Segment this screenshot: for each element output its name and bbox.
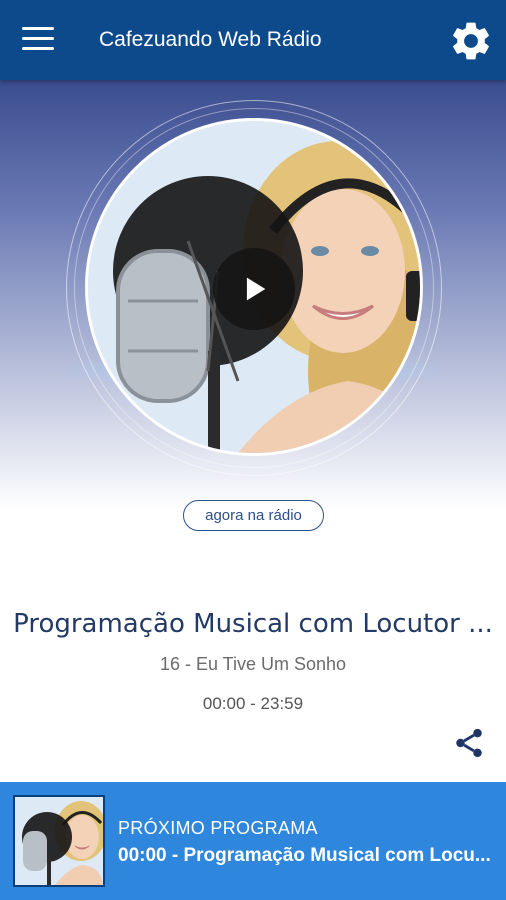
hamburger-menu-icon[interactable] bbox=[22, 27, 56, 53]
app-bar: Cafezuando Web Rádio bbox=[0, 0, 506, 80]
now-playing-badge: agora na rádio bbox=[183, 500, 324, 531]
share-icon[interactable] bbox=[452, 726, 486, 760]
app-title: Cafezuando Web Rádio bbox=[99, 28, 322, 51]
next-program-title: 00:00 - Programação Musical com Locu... bbox=[118, 845, 491, 866]
current-song: 16 - Eu Tive Um Sonho bbox=[159, 654, 347, 674]
next-program-bar[interactable]: PRÓXIMO PROGRAMA 00:00 - Programação Mus… bbox=[0, 782, 506, 900]
play-button[interactable] bbox=[213, 248, 295, 330]
gear-icon[interactable] bbox=[448, 18, 494, 64]
program-schedule: 00:00 - 23:59 bbox=[202, 694, 304, 713]
program-title: Programação Musical com Locutor ... bbox=[13, 609, 493, 639]
next-program-thumbnail bbox=[13, 795, 105, 887]
next-program-label: PRÓXIMO PROGRAMA bbox=[118, 818, 318, 838]
play-icon bbox=[246, 277, 266, 301]
